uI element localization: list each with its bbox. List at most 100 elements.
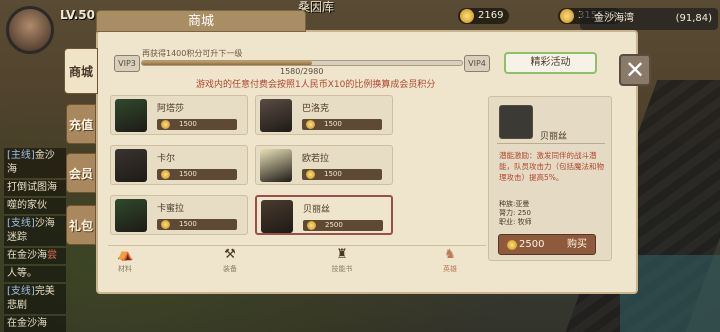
coin-icon <box>306 120 315 129</box>
hero-portrait <box>115 149 147 182</box>
hero-portrait <box>260 99 292 132</box>
quest-log[interactable]: [主线]金沙海 打倒试图海 噬的家伙 [支线]沙海迷踪 在金沙海尝 人等。 [支… <box>4 148 66 332</box>
hero-name: 巴洛克 <box>302 104 330 114</box>
hero-name: 贝丽丝 <box>303 205 331 215</box>
hero-card-selected[interactable]: 贝丽丝 2500 <box>255 195 393 235</box>
location-bar[interactable]: 金沙海湾 (91,84) <box>580 8 718 30</box>
buy-button[interactable]: 2500 购买 <box>498 234 596 255</box>
hero-price: 1500 <box>157 119 237 130</box>
tab-gift-pack[interactable]: 礼包 <box>66 205 96 245</box>
hero-price: 1500 <box>302 169 382 180</box>
category-tab-materials[interactable]: ⛺ 材料 <box>105 248 145 274</box>
hero-card[interactable]: 欧若拉 1500 <box>255 145 393 185</box>
coin-icon <box>460 9 474 23</box>
buy-price: 2500 <box>519 239 545 250</box>
detail-portrait <box>499 105 533 139</box>
quest-line[interactable]: 打倒试图海 <box>4 180 66 196</box>
hero-name: 欧若拉 <box>302 154 330 164</box>
coin-icon <box>161 170 170 179</box>
detail-race: 种族:亚曼 <box>499 200 530 208</box>
vip-progress-bar <box>141 60 463 66</box>
category-label: 技能书 <box>331 265 353 273</box>
hero-price: 1500 <box>157 169 237 180</box>
hero-price-value: 1500 <box>324 170 342 178</box>
quest-line[interactable]: [支线]完美悲剧 <box>4 284 66 314</box>
quest-text: 人等。 <box>7 268 37 279</box>
quest-text: 在金沙海 <box>7 250 47 261</box>
coin-icon <box>307 221 316 230</box>
location-name: 金沙海湾 <box>594 13 634 24</box>
tab-shop[interactable]: 商城 <box>64 48 98 94</box>
quest-text: 打倒试图海 <box>7 182 57 193</box>
hero-name: 阿塔莎 <box>157 104 185 114</box>
category-label: 英雄 <box>443 265 457 273</box>
hero-portrait <box>115 99 147 132</box>
quest-line[interactable]: [支线]沙海迷踪 <box>4 216 66 246</box>
category-label: 装备 <box>223 265 237 273</box>
hero-portrait <box>261 200 293 233</box>
vip-rule-text: 游戏内的任意付费会按照1人民币X10的比例换算成会员积分 <box>196 80 436 90</box>
tab-recharge[interactable]: 充值 <box>66 104 96 144</box>
quest-line[interactable]: 在金沙海 <box>4 316 66 332</box>
close-button[interactable]: ✕ <box>619 54 651 86</box>
hero-portrait <box>260 149 292 182</box>
location-coords: (91,84) <box>675 13 712 24</box>
vip-note: 再获得1400积分可升下一级 <box>142 49 243 58</box>
detail-attributes: 种族:亚曼 膂力: 250 职业: 牧师 <box>499 200 532 227</box>
detail-job: 职业: 牧师 <box>499 218 532 226</box>
buy-label: 购买 <box>567 239 587 250</box>
hero-emblem-icon: ♞ <box>444 247 456 262</box>
currency-a-value: 2169 <box>478 10 504 21</box>
hero-price-value: 1500 <box>179 220 197 228</box>
quest-text: 在金沙海 <box>7 318 47 329</box>
hero-card[interactable]: 卡尔 1500 <box>110 145 248 185</box>
coin-icon <box>507 240 517 250</box>
detail-strength: 膂力: 250 <box>499 209 531 217</box>
category-tab-skill-books[interactable]: ♜ 技能书 <box>322 248 362 274</box>
coin-icon <box>306 170 315 179</box>
player-level: LV.50 <box>60 8 95 22</box>
detail-divider <box>497 143 605 144</box>
hero-name: 卡蜜拉 <box>157 204 185 214</box>
hero-card[interactable]: 卡蜜拉 1500 <box>110 195 248 235</box>
quest-line[interactable]: [主线]金沙海 <box>4 148 66 178</box>
player-avatar[interactable] <box>6 6 54 54</box>
book-icon: ♜ <box>336 247 348 262</box>
quest-line[interactable]: 人等。 <box>4 266 66 282</box>
hero-price-value: 1500 <box>179 120 197 128</box>
quest-line[interactable]: 噬的家伙 <box>4 198 66 214</box>
tab-membership[interactable]: 会员 <box>66 153 96 193</box>
category-tab-heroes[interactable]: ♞ 英雄 <box>430 248 470 274</box>
currency-a: 2169 <box>458 8 510 24</box>
panel-title: 商城 <box>96 10 306 32</box>
coin-icon <box>161 120 170 129</box>
quest-tag: [支线] <box>7 286 35 297</box>
events-button[interactable]: 精彩活动 <box>504 52 597 74</box>
hero-price-value: 1500 <box>324 120 342 128</box>
category-tab-equipment[interactable]: ⚒ 装备 <box>210 248 250 274</box>
hero-card[interactable]: 阿塔莎 1500 <box>110 95 248 135</box>
hero-name: 卡尔 <box>157 154 176 164</box>
quest-tag: [支线] <box>7 218 35 229</box>
hero-price: 1500 <box>302 119 382 130</box>
quest-line[interactable]: 在金沙海尝 <box>4 248 66 264</box>
vip-progress-text: 1580/2980 <box>280 67 324 76</box>
hero-price-value: 1500 <box>179 170 197 178</box>
vip-next-badge: VIP4 <box>464 55 490 72</box>
bottom-divider <box>108 245 486 246</box>
hero-portrait <box>115 199 147 232</box>
hero-price-value: 2500 <box>325 221 343 229</box>
quest-text: 噬的家伙 <box>7 200 47 211</box>
quest-highlight: 尝 <box>47 250 57 261</box>
quest-tag: [主线] <box>7 150 35 161</box>
hero-price: 2500 <box>303 220 383 231</box>
detail-hero-name: 贝丽丝 <box>540 132 568 142</box>
hero-card[interactable]: 巴洛克 1500 <box>255 95 393 135</box>
coin-icon <box>161 220 170 229</box>
vip-progress-fill <box>142 61 312 65</box>
vip-current-badge: VIP3 <box>114 55 140 72</box>
coin-icon <box>560 9 574 23</box>
hero-price: 1500 <box>157 219 237 230</box>
detail-skill-desc: 潜能激励：激发同伴的战斗潜能，队员攻击力（包括魔法和物理攻击）提高5%。 <box>499 151 604 182</box>
category-label: 材料 <box>118 265 132 273</box>
